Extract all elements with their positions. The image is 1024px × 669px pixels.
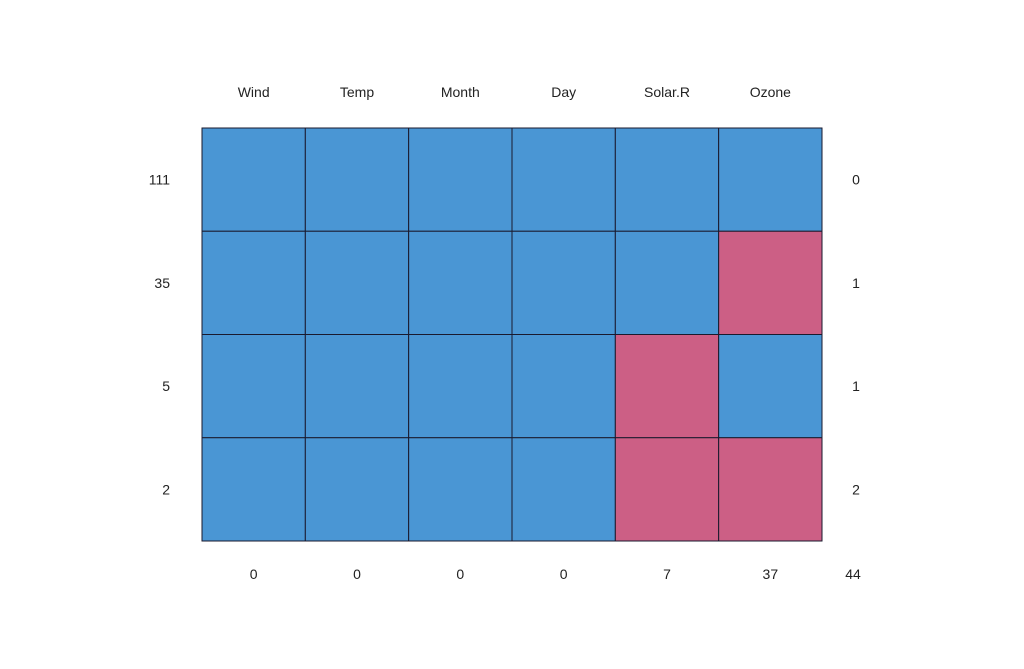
row-missing-label: 1 (852, 275, 860, 291)
row-count-label: 35 (154, 275, 170, 291)
observed-cell (201, 127, 306, 232)
column-labels: Wind Temp Month Day Solar.R Ozone (238, 84, 791, 100)
observed-cell (511, 230, 616, 335)
observed-cell (304, 334, 410, 439)
column-label: Month (441, 84, 480, 100)
observed-cell (201, 437, 306, 542)
column-missing-total: 37 (763, 566, 779, 582)
row-missing-label: 1 (852, 378, 860, 394)
observed-cell (511, 437, 616, 542)
observed-cell (511, 127, 616, 232)
observed-cell (201, 334, 306, 439)
grand-total-missing: 44 (845, 566, 861, 582)
observed-cell (408, 230, 513, 335)
observed-cell (408, 437, 513, 542)
observed-cell (408, 127, 513, 232)
observed-cell (304, 230, 410, 335)
row-count-label: 111 (149, 172, 170, 188)
row-count-label: 5 (162, 378, 170, 394)
observed-cell (718, 334, 823, 439)
column-label: Solar.R (644, 84, 690, 100)
column-missing-total: 7 (663, 566, 671, 582)
observed-cell (718, 127, 823, 232)
observed-cell (304, 437, 410, 542)
column-missing-total: 0 (456, 566, 464, 582)
column-missing-total: 0 (353, 566, 361, 582)
column-label: Temp (340, 84, 374, 100)
observed-cell (511, 334, 616, 439)
observed-cell (304, 127, 410, 232)
column-label: Wind (238, 84, 270, 100)
observed-cell (201, 230, 306, 335)
row-missing-label: 0 (852, 172, 860, 188)
row-missing-label: 2 (852, 481, 860, 497)
column-missing-total: 0 (560, 566, 568, 582)
observed-cell (614, 127, 720, 232)
observed-cell (408, 334, 513, 439)
missing-cell (718, 437, 823, 542)
missing-cell (718, 230, 823, 335)
observed-cell (614, 230, 720, 335)
column-missing-totals: 0 0 0 0 7 37 (250, 566, 779, 582)
column-missing-total: 0 (250, 566, 258, 582)
row-count-label: 2 (162, 481, 170, 497)
missing-cell (614, 437, 720, 542)
pattern-cells (201, 127, 823, 542)
column-label: Day (551, 84, 576, 100)
row-missing-labels: 0 1 1 2 (852, 172, 860, 498)
missing-pattern-chart: Wind Temp Month Day Solar.R Ozone 1113552 011… (149, 84, 861, 582)
column-label: Ozone (750, 84, 791, 100)
row-count-labels: 111 35 5 2 (149, 172, 170, 498)
missing-cell (614, 334, 720, 439)
